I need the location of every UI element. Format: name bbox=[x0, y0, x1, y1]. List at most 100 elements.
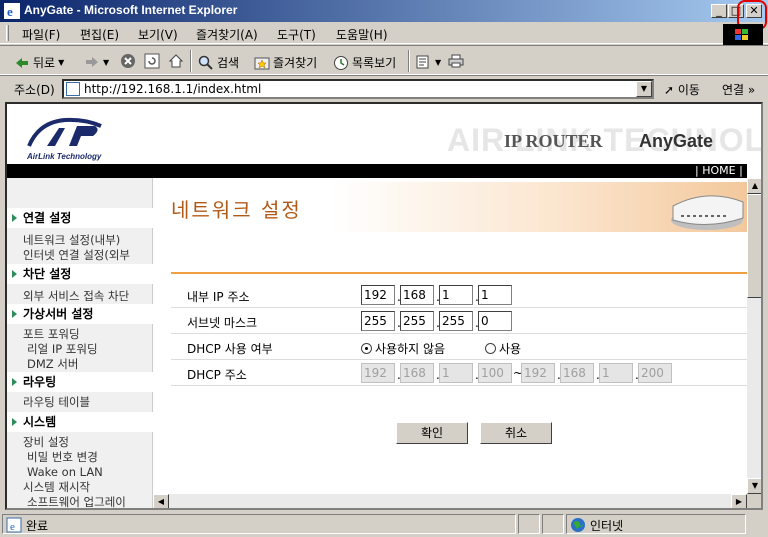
print-icon[interactable] bbox=[448, 53, 464, 69]
sidebar-item-routing-table[interactable]: 라우팅 테이블 bbox=[23, 394, 90, 410]
menu-favorites[interactable]: 즐겨찾기(A) bbox=[196, 26, 258, 43]
top-nav-bar: | HOME | MA bbox=[7, 164, 761, 178]
dhcp-end-octet-2: 168 bbox=[560, 363, 594, 383]
scroll-up-button[interactable]: ▲ bbox=[747, 178, 761, 194]
menu-help[interactable]: 도움말(H) bbox=[336, 26, 388, 43]
menu-edit[interactable]: 편집(E) bbox=[80, 26, 119, 43]
back-dropdown-icon[interactable]: ▼ bbox=[58, 58, 64, 67]
arrow-right-icon bbox=[12, 270, 17, 278]
radio-unchecked-icon[interactable] bbox=[485, 343, 496, 354]
sidebar: 연결 설정 네트워크 설정(내부) 인터넷 연결 설정(외부 차단 설정 외부 … bbox=[7, 178, 153, 508]
subnet-octet-4[interactable]: 0 bbox=[478, 311, 512, 331]
links-button[interactable]: 연결 » bbox=[722, 81, 755, 98]
confirm-button[interactable]: 확인 bbox=[396, 422, 468, 444]
dhcp-off-radio[interactable]: 사용하지 않음 bbox=[361, 340, 445, 357]
dhcp-start-octet-1: 192 bbox=[361, 363, 395, 383]
history-button[interactable]: 목록보기 bbox=[333, 54, 396, 71]
subnet-octet-3[interactable]: 255 bbox=[439, 311, 473, 331]
home-icon[interactable] bbox=[168, 53, 184, 69]
sidebar-item-system-restart[interactable]: 시스템 재시작 bbox=[23, 479, 90, 495]
sidebar-item-external-service-block[interactable]: 외부 서비스 접속 차단 bbox=[23, 288, 129, 304]
sidebar-item-device-settings[interactable]: 장비 설정 bbox=[23, 434, 69, 450]
address-input[interactable]: http://192.168.1.1/index.html bbox=[62, 79, 654, 99]
horizontal-scrollbar[interactable]: ◀ ▶ bbox=[153, 494, 747, 508]
address-url: http://192.168.1.1/index.html bbox=[84, 82, 262, 96]
arrow-right-icon bbox=[12, 418, 17, 426]
dhcp-start-octet-3: 1 bbox=[439, 363, 473, 383]
form-divider bbox=[171, 272, 747, 274]
status-bar: e 완료 인터넷 bbox=[0, 512, 768, 537]
internal-ip-row: 내부 IP 주소 192 . 168 . 1 . 1 bbox=[171, 282, 747, 308]
menu-tools[interactable]: 도구(T) bbox=[277, 26, 316, 43]
mail-icon bbox=[416, 55, 429, 69]
minimize-button[interactable]: _ bbox=[711, 4, 727, 18]
sidebar-item-password-change[interactable]: 비밀 번호 변경 bbox=[27, 449, 98, 465]
address-label: 주소(D) bbox=[14, 83, 55, 97]
vertical-scroll-thumb[interactable] bbox=[747, 194, 761, 298]
sidebar-item-software-upgrade[interactable]: 소프트웨어 업그레이 bbox=[27, 494, 126, 508]
menu-file[interactable]: 파일(F) bbox=[22, 26, 60, 43]
dhcp-start-octet-4: 100 bbox=[478, 363, 512, 383]
forward-button[interactable]: ▼ bbox=[84, 54, 109, 70]
forward-dropdown-icon[interactable]: ▼ bbox=[103, 58, 109, 67]
header-background-text: AIR LINK TECHNOLOGY bbox=[447, 122, 763, 158]
scroll-left-button[interactable]: ◀ bbox=[153, 494, 169, 508]
cancel-button[interactable]: 취소 bbox=[480, 422, 552, 444]
search-label: 검색 bbox=[217, 56, 240, 70]
dhcp-use-label: DHCP 사용 여부 bbox=[187, 342, 273, 356]
sidebar-item-dmz-server[interactable]: DMZ 서버 bbox=[27, 356, 78, 372]
sidebar-section-virtual-server[interactable]: 가상서버 설정 bbox=[7, 304, 153, 324]
address-dropdown-button[interactable]: ▼ bbox=[636, 81, 652, 97]
go-button[interactable]: ➚ 이동 bbox=[664, 81, 700, 98]
dhcp-off-label: 사용하지 않음 bbox=[375, 342, 446, 356]
sidebar-section-routing[interactable]: 라우팅 bbox=[7, 372, 153, 392]
sidebar-section-label: 차단 설정 bbox=[23, 267, 72, 281]
ie-icon: e bbox=[4, 3, 20, 19]
sidebar-item-port-forwarding[interactable]: 포트 포워딩 bbox=[23, 326, 80, 342]
subnet-octet-2[interactable]: 255 bbox=[400, 311, 434, 331]
history-icon bbox=[334, 55, 348, 70]
sidebar-item-network-internal[interactable]: 네트워크 설정(내부) bbox=[23, 232, 120, 248]
page-icon bbox=[66, 82, 80, 96]
sidebar-item-wake-on-lan[interactable]: Wake on LAN bbox=[27, 465, 103, 479]
stop-icon[interactable] bbox=[120, 53, 136, 69]
sidebar-section-block[interactable]: 차단 설정 bbox=[7, 264, 153, 284]
sidebar-section-system[interactable]: 시스템 bbox=[7, 412, 153, 432]
sidebar-section-label: 시스템 bbox=[23, 415, 57, 429]
browser-viewport: AirLink Technology AIR LINK TECHNOLOGY I… bbox=[5, 102, 763, 510]
sidebar-item-real-ip-forwarding[interactable]: 리얼 IP 포워딩 bbox=[27, 341, 98, 357]
mail-dropdown-icon[interactable]: ▼ bbox=[435, 58, 441, 67]
forward-arrow-icon bbox=[86, 57, 98, 67]
scroll-right-button[interactable]: ▶ bbox=[731, 494, 747, 508]
vertical-scrollbar[interactable]: ▲ ▼ bbox=[747, 178, 761, 494]
sidebar-item-internet-external[interactable]: 인터넷 연결 설정(외부 bbox=[23, 247, 130, 263]
favorites-button[interactable]: 즐겨찾기 bbox=[254, 54, 317, 71]
status-text: 완료 bbox=[26, 519, 49, 533]
back-arrow-icon bbox=[16, 57, 28, 68]
search-button[interactable]: 검색 bbox=[198, 54, 239, 71]
internal-ip-octet-2[interactable]: 168 bbox=[400, 285, 434, 305]
svg-text:e: e bbox=[7, 4, 13, 19]
internal-ip-octet-4[interactable]: 1 bbox=[478, 285, 512, 305]
back-button[interactable]: 뒤로 ▼ bbox=[14, 54, 64, 71]
go-label: 이동 bbox=[677, 83, 700, 97]
subnet-octet-1[interactable]: 255 bbox=[361, 311, 395, 331]
page-banner: 네트워크 설정 bbox=[153, 182, 747, 232]
dhcp-on-radio[interactable]: 사용 bbox=[485, 340, 521, 357]
mail-button[interactable]: ▼ bbox=[416, 54, 441, 70]
refresh-icon[interactable] bbox=[144, 53, 160, 69]
internal-ip-octet-1[interactable]: 192 bbox=[361, 285, 395, 305]
product-type: IP ROUTER bbox=[504, 131, 603, 151]
arrow-right-icon bbox=[12, 310, 17, 318]
top-nav-links[interactable]: | HOME | MA bbox=[695, 164, 761, 177]
internal-ip-octet-3[interactable]: 1 bbox=[439, 285, 473, 305]
sidebar-section-connection[interactable]: 연결 설정 bbox=[7, 208, 153, 228]
scroll-down-button[interactable]: ▼ bbox=[747, 478, 761, 494]
arrow-right-icon bbox=[12, 378, 17, 386]
radio-checked-icon[interactable] bbox=[361, 343, 372, 354]
toolbar: 뒤로 ▼ ▼ 검색 즐겨찾기 목록보기 ▼ bbox=[0, 45, 768, 75]
sidebar-section-label: 라우팅 bbox=[23, 375, 57, 389]
menu-grip bbox=[6, 25, 9, 41]
site-header: AirLink Technology AIR LINK TECHNOLOGY I… bbox=[7, 104, 761, 164]
menu-view[interactable]: 보기(V) bbox=[138, 26, 178, 43]
